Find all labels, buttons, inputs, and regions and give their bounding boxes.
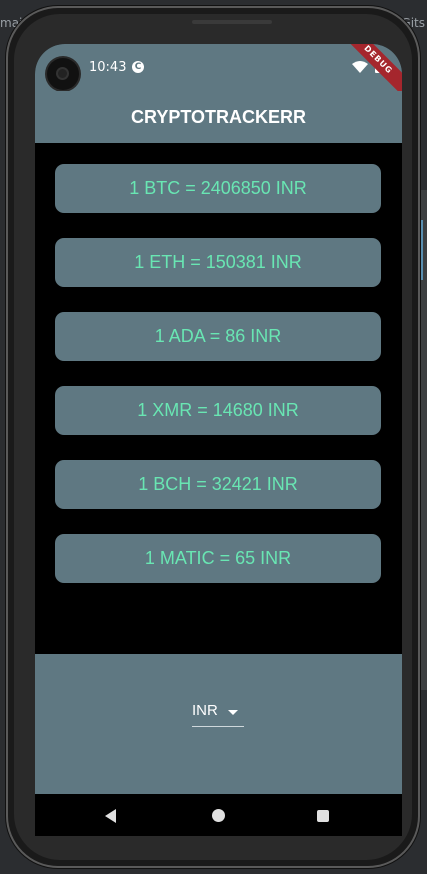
back-icon[interactable] [105,809,116,823]
emulator-frame: 10:43 C DEBUG CRYPTOTRACKERR 1 BTC = 240… [6,6,420,868]
app-bar: CRYPTOTRACKERR [35,91,402,143]
device-screen: 10:43 C DEBUG CRYPTOTRACKERR 1 BTC = 240… [35,44,402,836]
rate-card-xmr[interactable]: 1 XMR = 14680 INR [55,386,381,435]
home-icon[interactable] [212,809,225,822]
front-camera [47,58,79,90]
recents-icon[interactable] [317,810,329,822]
status-bar: 10:43 C DEBUG [35,44,402,91]
currency-value[interactable]: INR [192,702,218,719]
rate-card-bch[interactable]: 1 BCH = 32421 INR [55,460,381,509]
currency-dropdown[interactable]: INR [192,700,244,727]
rate-card-matic[interactable]: 1 MATIC = 65 INR [55,534,381,583]
rate-card-ada[interactable]: 1 ADA = 86 INR [55,312,381,361]
chevron-down-icon[interactable] [228,710,238,715]
rate-card-btc[interactable]: 1 BTC = 2406850 INR [55,164,381,213]
debug-banner: DEBUG [336,44,402,91]
speaker-grille [192,20,272,24]
status-time: 10:43 [89,60,127,75]
app-title: CRYPTOTRACKERR [130,106,306,127]
wifi-icon [352,61,368,73]
notification-icon: C [132,61,144,73]
currency-panel: INR [35,654,402,794]
system-nav-bar [35,794,402,836]
rate-card-eth[interactable]: 1 ETH = 150381 INR [55,238,381,287]
